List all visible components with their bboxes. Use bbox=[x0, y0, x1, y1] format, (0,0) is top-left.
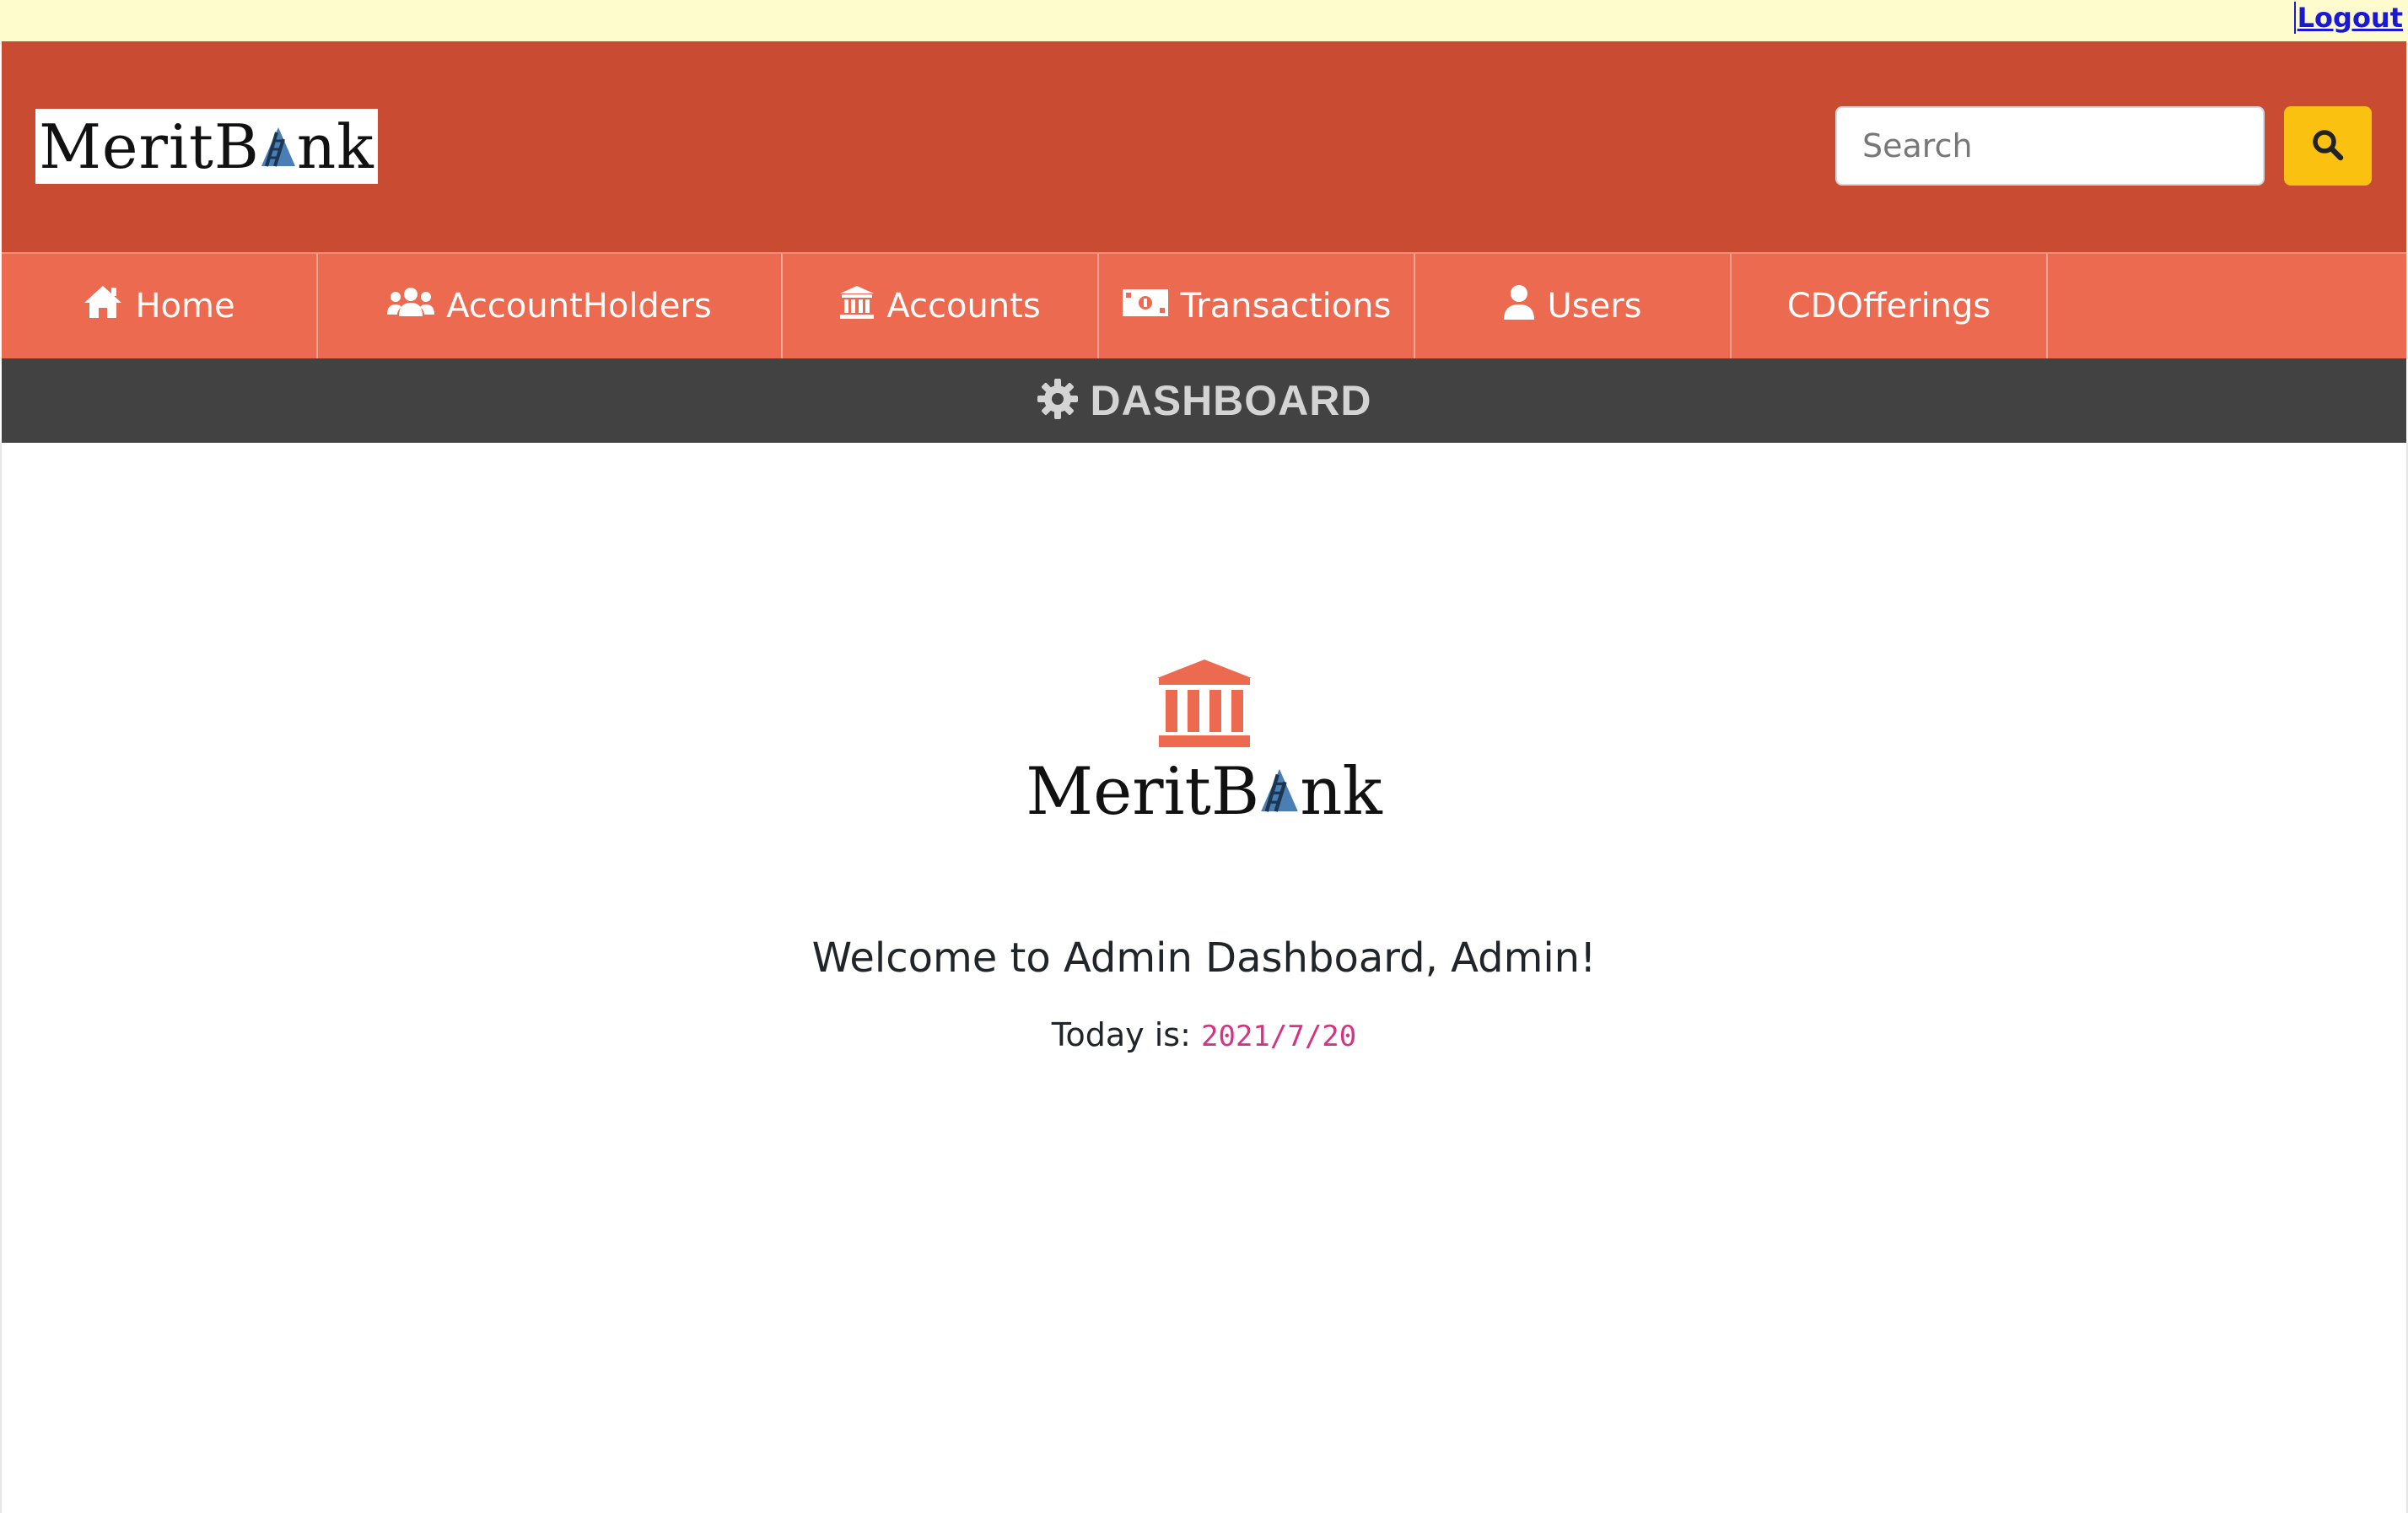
gear-icon bbox=[1037, 378, 1079, 424]
main-nav: Home AccountHolders Accounts Transaction… bbox=[2, 252, 2406, 358]
dashboard-bar: DASHBOARD bbox=[2, 358, 2406, 443]
today-line: Today is: 2021/7/20 bbox=[0, 1016, 2408, 1053]
nav-label: Home bbox=[135, 287, 235, 326]
users-icon bbox=[387, 286, 435, 326]
nav-item-accountholders[interactable]: AccountHolders bbox=[318, 254, 783, 358]
dashboard-title: DASHBOARD bbox=[1090, 377, 1372, 424]
main-brand-wordmark: MeritB nk bbox=[1026, 754, 1382, 830]
today-label: Today is: bbox=[1051, 1016, 1191, 1053]
nav-label: Users bbox=[1547, 287, 1642, 326]
nav-label: Transactions bbox=[1180, 287, 1392, 326]
search-button[interactable] bbox=[2284, 106, 2372, 186]
search-icon bbox=[2311, 128, 2345, 164]
brand-wordmark: MeritB nk bbox=[39, 110, 374, 182]
nav-label: Accounts bbox=[886, 287, 1041, 326]
logout-link[interactable]: Logout bbox=[2293, 2, 2403, 34]
nav-item-home[interactable]: Home bbox=[2, 254, 318, 358]
brand-ladder-icon bbox=[260, 126, 297, 168]
brand-logo[interactable]: MeritB nk bbox=[35, 109, 378, 184]
bank-logo-icon bbox=[0, 656, 2408, 755]
nav-label: CDOfferings bbox=[1786, 287, 1991, 326]
nav-item-accounts[interactable]: Accounts bbox=[783, 254, 1099, 358]
nav-item-transactions[interactable]: Transactions bbox=[1099, 254, 1415, 358]
brand-ladder-icon bbox=[1259, 767, 1300, 814]
today-date: 2021/7/20 bbox=[1201, 1020, 1357, 1053]
nav-item-users[interactable]: Users bbox=[1415, 254, 1732, 358]
home-icon bbox=[83, 284, 123, 328]
nav-item-cdofferings[interactable]: CDOfferings bbox=[1732, 254, 2048, 358]
welcome-heading: Welcome to Admin Dashboard, Admin! bbox=[811, 934, 1597, 982]
top-bar: Logout bbox=[0, 0, 2408, 41]
money-bill-icon bbox=[1122, 287, 1169, 326]
nav-label: AccountHolders bbox=[446, 287, 712, 326]
bank-icon bbox=[839, 284, 875, 328]
nav-empty-cell bbox=[2048, 254, 2406, 358]
user-icon bbox=[1503, 284, 1535, 328]
search-input[interactable] bbox=[1835, 106, 2265, 186]
